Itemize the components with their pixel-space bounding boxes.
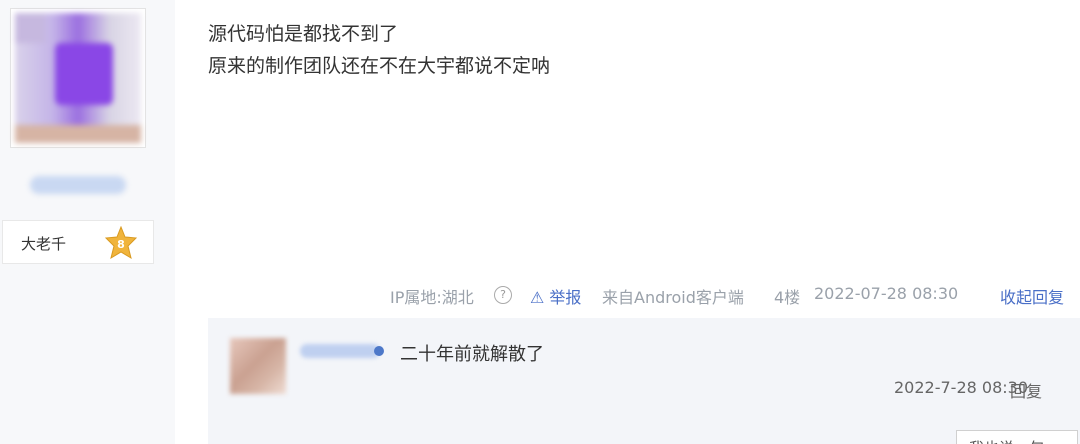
reply-time: 2022-7-28 08:30	[894, 378, 1028, 397]
reply-button[interactable]: 回复	[1010, 378, 1042, 402]
client-source: 来自Android客户端	[602, 288, 744, 307]
reply-avatar[interactable]	[230, 338, 286, 394]
help-icon[interactable]: ?	[494, 286, 512, 304]
post-line: 原来的制作团队还在不在大宇都说不定呐	[208, 55, 551, 77]
collapse-replies-button[interactable]: 收起回复	[1000, 284, 1064, 308]
post-time: 2022-07-28 08:30	[814, 284, 959, 303]
author-avatar[interactable]	[10, 8, 146, 148]
level-number: 8	[117, 238, 125, 251]
rank-title: 大老千	[21, 235, 67, 253]
author-username[interactable]	[30, 176, 126, 194]
user-badge-icon	[374, 346, 384, 356]
floor-number: 4楼	[774, 288, 801, 307]
ip-location: IP属地:湖北	[390, 288, 474, 307]
post-line: 源代码怕是都找不到了	[208, 23, 399, 45]
reply-username[interactable]	[300, 344, 380, 358]
report-link[interactable]: ⚠ 举报	[530, 284, 581, 308]
post-content: 源代码怕是都找不到了 原来的制作团队还在不在大宇都说不定呐	[208, 18, 550, 82]
author-sidebar: 大老千 8	[0, 0, 175, 444]
level-badge-icon: 8	[104, 226, 138, 260]
say-something-button[interactable]: 我也说一句	[956, 430, 1078, 444]
reply-text: 二十年前就解散了	[400, 344, 544, 365]
reply-panel: 二十年前就解散了 2022-7-28 08:30 回复 我也说一句	[208, 318, 1080, 444]
post-meta: IP属地:湖北 ? ⚠ 举报 来自Android客户端 4楼 2022-07-2…	[390, 284, 1080, 308]
